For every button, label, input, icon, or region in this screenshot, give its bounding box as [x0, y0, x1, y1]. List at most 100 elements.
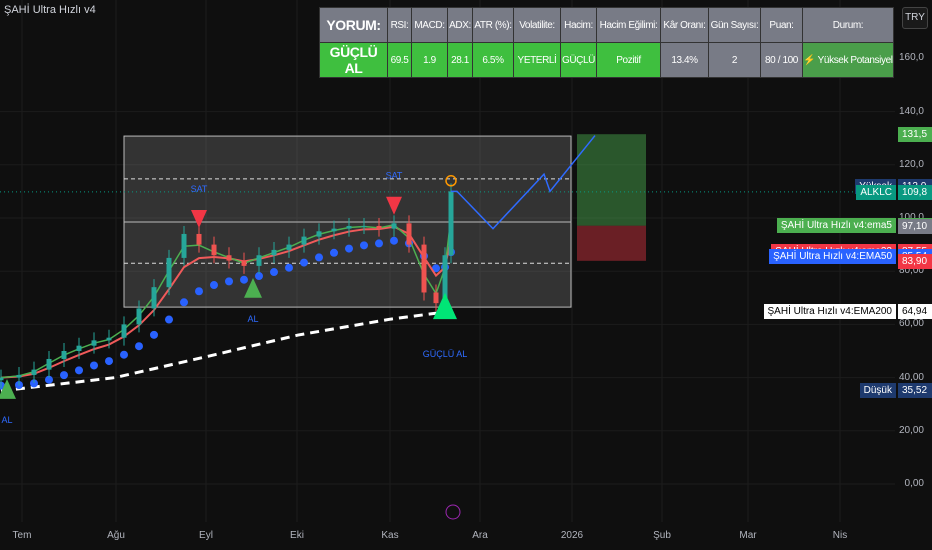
table-value: YETERLİ: [513, 42, 561, 78]
series-label: ŞAHİ Ultra Hızlı v4:EMA50: [769, 249, 896, 265]
time-tick: Eyl: [199, 530, 213, 541]
ema50-dot: [360, 241, 368, 250]
buy-label: AL: [1, 415, 12, 425]
candle-body: [61, 351, 67, 359]
ema50-dot: [135, 342, 143, 351]
price-tick: 20,00: [898, 424, 924, 436]
signal-table: YORUM: RSI: MACD: ADX: ATR (%): Volatilite: Ha…: [319, 7, 894, 78]
candle-body: [376, 225, 382, 229]
table-value: GÜÇLÜ AL: [319, 42, 388, 78]
price-tag: 97,10: [898, 218, 932, 234]
currency-button[interactable]: TRY: [902, 7, 928, 29]
candle-body: [91, 340, 97, 346]
table-value: 80 / 100: [760, 42, 803, 78]
price-tag: 83,90: [898, 253, 932, 269]
table-header: Puan:: [760, 7, 803, 43]
candle-body: [76, 345, 82, 351]
candle-body: [241, 260, 247, 266]
target-zone: [577, 134, 646, 226]
series-label: Düşük: [859, 382, 896, 398]
table-header: Gün Sayısı:: [708, 7, 761, 43]
candle-body: [316, 231, 322, 237]
buy-label: AL: [247, 314, 258, 324]
price-chart[interactable]: AL SAT AL SAT GÜÇLÜ AL: [0, 0, 932, 550]
candle-body: [121, 324, 127, 338]
candle-body: [391, 223, 397, 229]
candle-body: [448, 191, 454, 256]
price-tick: 120,0: [898, 158, 924, 170]
lightning-icon: [445, 504, 461, 520]
time-tick: Eki: [290, 530, 304, 541]
price-tag: 109,8: [898, 184, 932, 200]
table-value: ⚡ Yüksek Potansiyel: [802, 42, 894, 78]
time-tick: Kas: [381, 530, 399, 541]
time-tick: Ağu: [107, 530, 125, 541]
candle-body: [136, 308, 142, 325]
candle-body: [196, 233, 202, 245]
price-tag: 64,94: [898, 304, 932, 320]
candle-body: [46, 358, 52, 370]
ema50-dot: [180, 298, 188, 307]
ema50-dot: [150, 330, 158, 339]
ema50-dot: [75, 366, 83, 375]
price-tag: 35,52: [898, 382, 932, 398]
ema50-dot: [210, 281, 218, 290]
time-tick: 2026: [560, 530, 584, 541]
ema50-dot: [60, 371, 68, 380]
series-label: ALKLC: [856, 184, 896, 200]
price-tick: 140,0: [898, 105, 924, 117]
ema50-dot: [285, 263, 293, 272]
candle-body: [256, 255, 262, 266]
series-label: ŞAHİ Ultra Hızlı v4:ema5: [776, 218, 896, 234]
ema50-dot: [315, 253, 323, 262]
ema50-dot: [90, 361, 98, 370]
lightning-icon: ⚡: [803, 54, 818, 66]
sell-label: SAT: [191, 184, 208, 194]
table-value: GÜÇLÜ: [560, 42, 597, 78]
status-text: Yüksek Potansiyel: [817, 54, 893, 66]
table-header: Kâr Oranı:: [660, 7, 709, 43]
candle-body: [0, 377, 4, 381]
candle-body: [331, 228, 337, 232]
price-tick: 60,00: [898, 318, 924, 330]
table-header: YORUM:: [319, 7, 388, 43]
table-header: Volatilite:: [513, 7, 561, 43]
table-value: Pozitif: [596, 42, 661, 78]
price-tag: 131,5: [898, 127, 932, 143]
candle-body: [433, 292, 439, 304]
candle-body: [421, 244, 427, 293]
candle-body: [226, 255, 232, 261]
ema200-line: [0, 309, 452, 393]
candle-body: [16, 374, 22, 378]
time-tick: Şub: [653, 530, 671, 541]
buy-label: GÜÇLÜ AL: [423, 349, 468, 359]
time-tick: Ara: [472, 530, 488, 541]
time-tick: Tem: [12, 530, 32, 541]
table-header: Hacim:: [560, 7, 597, 43]
ema50-dot: [390, 236, 398, 245]
ema50-dot: [165, 315, 173, 324]
table-header: RSI:: [387, 7, 412, 43]
candle-body: [211, 244, 217, 256]
candle-body: [361, 225, 367, 227]
table-header: ATR (%):: [472, 7, 514, 43]
ema50-dot: [105, 357, 113, 366]
candle-body: [31, 369, 37, 375]
table-value: 1.9: [411, 42, 448, 78]
ema50-dot: [240, 275, 248, 284]
table-header: Durum:: [802, 7, 894, 43]
price-tick: 40,00: [898, 371, 924, 383]
stop-zone: [577, 225, 646, 261]
table-header: MACD:: [411, 7, 448, 43]
table-header: ADX:: [447, 7, 473, 43]
table-value: 2: [708, 42, 761, 78]
candle-body: [166, 257, 172, 288]
table-value: 28.1: [447, 42, 473, 78]
table-value: 69.5: [387, 42, 412, 78]
time-tick: Mar: [739, 530, 757, 541]
ema50-dot: [300, 258, 308, 267]
time-tick: Nis: [832, 530, 848, 541]
price-tick: 160,0: [898, 52, 924, 64]
sell-label: SAT: [386, 171, 403, 181]
ema50-dot: [120, 350, 128, 359]
